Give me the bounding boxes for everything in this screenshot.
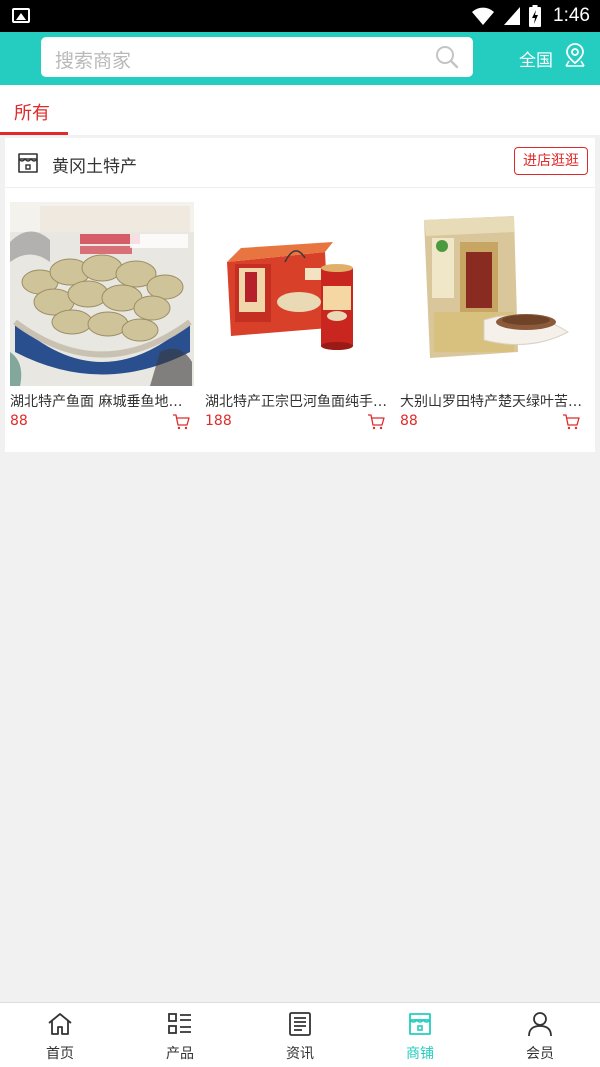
product-price: 88 — [10, 413, 28, 429]
product-price: 88 — [400, 413, 418, 429]
news-icon — [289, 1012, 311, 1036]
nav-item-home[interactable]: 首页 — [0, 1003, 120, 1067]
add-to-cart-icon[interactable] — [562, 414, 580, 430]
list-icon — [168, 1013, 191, 1034]
visit-shop-button[interactable]: 进店逛逛 — [514, 147, 588, 175]
search-placeholder: 搜索商家 — [55, 50, 132, 72]
battery-icon — [529, 5, 542, 27]
store-icon — [18, 153, 38, 173]
nav-label: 产品 — [166, 1046, 194, 1062]
nav-item-stores[interactable]: 商铺 — [360, 1003, 480, 1067]
store-icon — [409, 1013, 431, 1035]
product-card[interactable]: 湖北特产正宗巴河鱼面纯手工制作 188 — [205, 202, 389, 438]
tab-all[interactable]: 所有 — [0, 85, 68, 135]
product-image-fish-noodle-bowl[interactable] — [10, 202, 194, 386]
tab-all-label: 所有 — [14, 103, 50, 124]
nav-label: 首页 — [46, 1046, 74, 1062]
shop-header: 黄冈土特产 进店逛逛 — [5, 138, 595, 188]
tab-active-indicator — [0, 132, 68, 135]
product-title[interactable]: 湖北特产鱼面 麻城垂鱼地方土特产 — [10, 391, 194, 411]
region-selector[interactable]: 全国 — [519, 46, 553, 71]
add-to-cart-icon[interactable] — [367, 414, 385, 430]
signal-icon — [504, 7, 521, 25]
product-image-buckwheat-tea-bag[interactable] — [400, 202, 584, 386]
gallery-notification-icon — [12, 8, 30, 23]
product-price: 188 — [205, 413, 232, 429]
nav-label: 资讯 — [286, 1046, 314, 1062]
status-bar: 1:46 — [0, 0, 600, 32]
product-card[interactable]: 湖北特产鱼面 麻城垂鱼地方土特产 88 — [10, 202, 194, 438]
search-input[interactable]: 搜索商家 — [41, 37, 473, 77]
user-icon — [528, 1012, 552, 1037]
status-time: 1:46 — [553, 5, 590, 26]
header: 搜索商家 全国 — [0, 32, 600, 85]
wifi-icon — [472, 7, 495, 25]
add-to-cart-icon[interactable] — [172, 414, 190, 430]
nav-label: 商铺 — [406, 1046, 434, 1062]
search-icon[interactable] — [435, 45, 459, 69]
product-title[interactable]: 大别山罗田特产楚天绿叶苦荞茶 — [400, 391, 584, 411]
nav-label: 会员 — [526, 1046, 554, 1062]
location-pin-icon[interactable] — [563, 42, 587, 68]
home-icon — [48, 1013, 72, 1035]
product-card[interactable]: 大别山罗田特产楚天绿叶苦荞茶 88 — [400, 202, 584, 438]
nav-item-news[interactable]: 资讯 — [240, 1003, 360, 1067]
product-image-fish-noodle-gift-box[interactable] — [205, 202, 389, 386]
nav-item-products[interactable]: 产品 — [120, 1003, 240, 1067]
nav-item-member[interactable]: 会员 — [480, 1003, 600, 1067]
product-title[interactable]: 湖北特产正宗巴河鱼面纯手工制作 — [205, 391, 389, 411]
shop-card: 黄冈土特产 进店逛逛 湖北特产鱼面 麻城垂鱼地方 88 湖北特产正宗巴河鱼面纯手… — [5, 138, 595, 452]
category-tabs: 所有 — [0, 85, 600, 135]
bottom-nav: 首页 产品 资讯 商铺 会员 — [0, 1002, 600, 1067]
shop-name[interactable]: 黄冈土特产 — [52, 152, 137, 177]
